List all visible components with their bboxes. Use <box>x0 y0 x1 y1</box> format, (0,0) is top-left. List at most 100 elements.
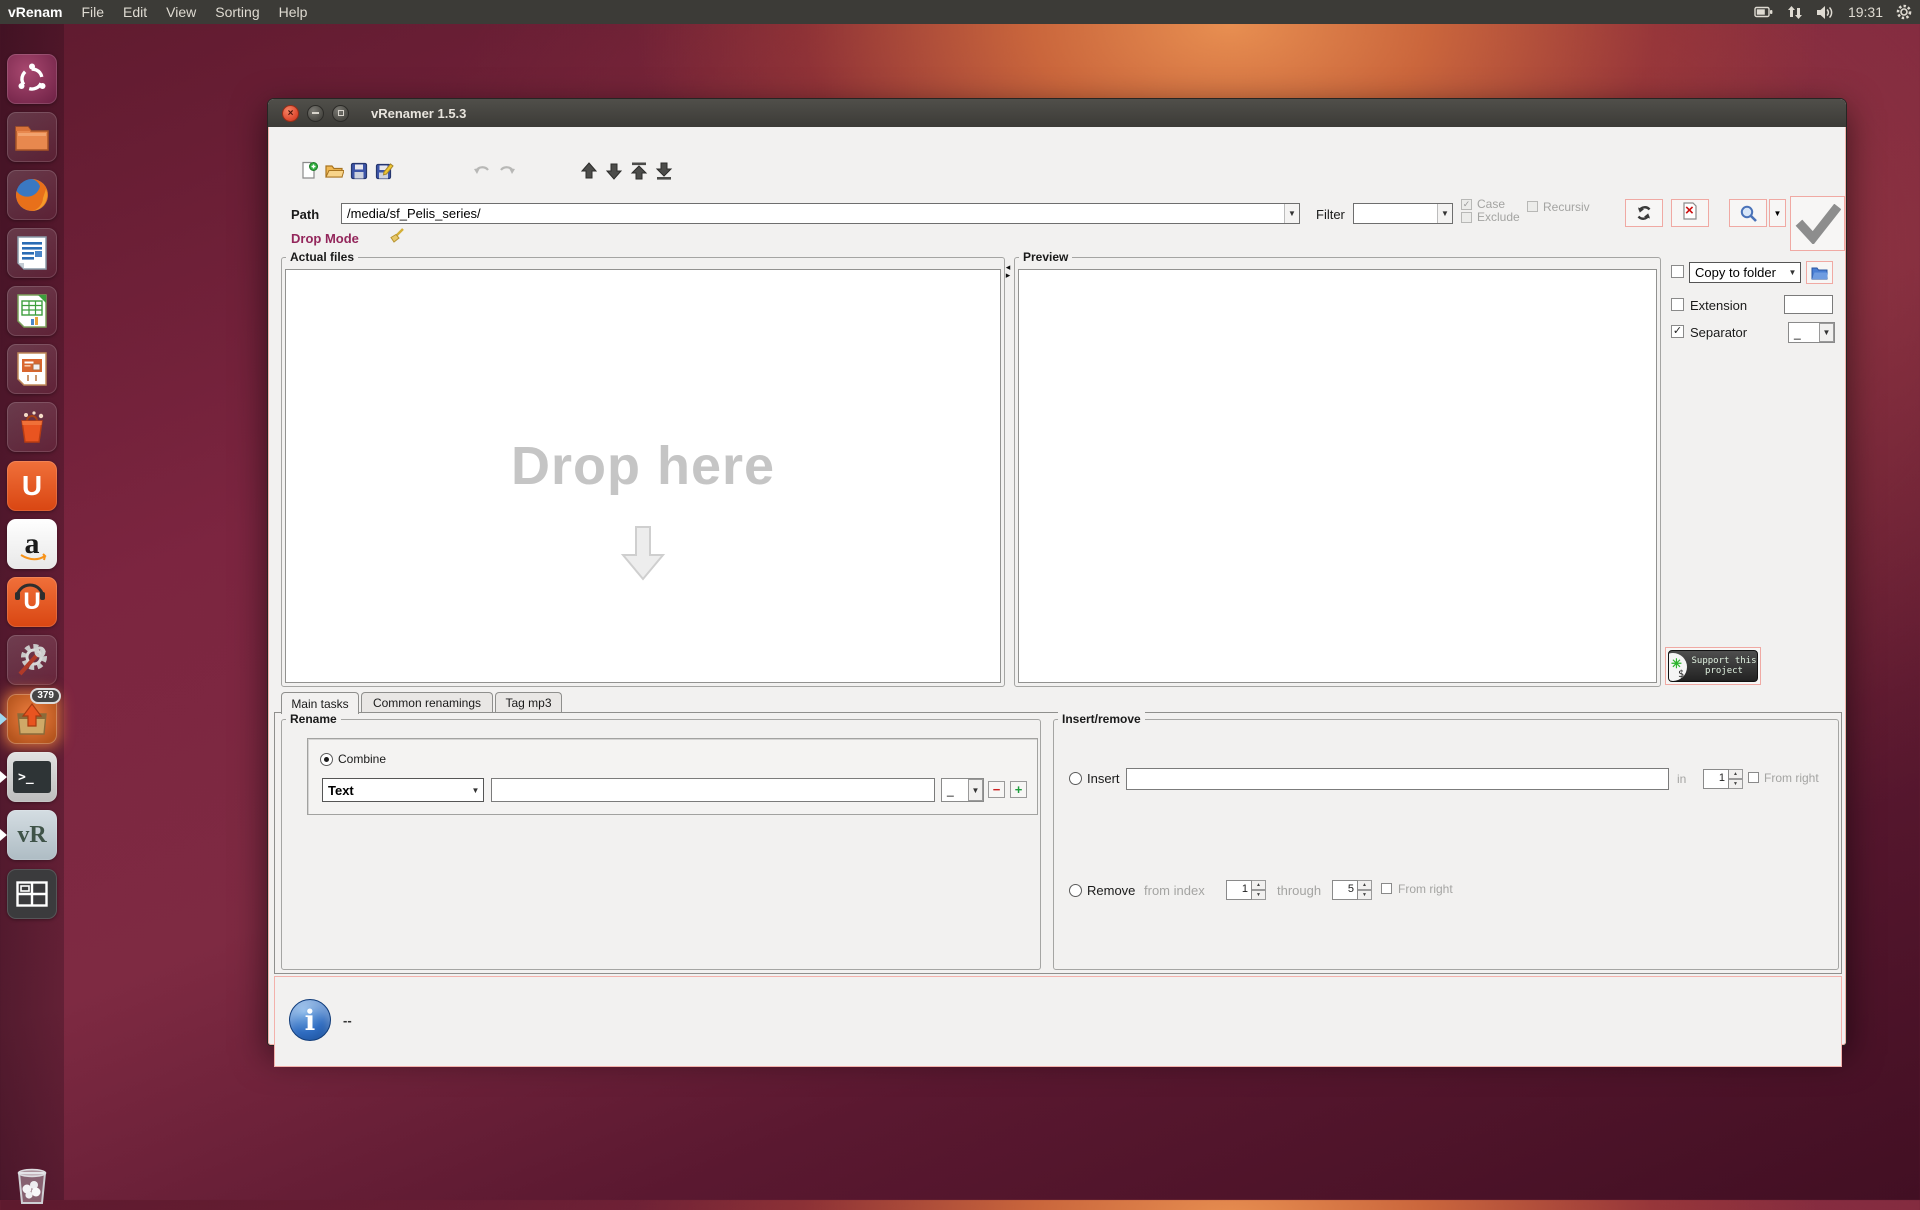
launcher-item-files[interactable] <box>7 112 57 162</box>
launcher-item-ubuntu-one-music[interactable]: U <box>7 577 57 627</box>
rename-type-combobox[interactable]: Text ▼ <box>322 778 484 802</box>
move-to-top-button[interactable] <box>629 161 649 181</box>
open-button[interactable] <box>324 161 344 181</box>
launcher-item-dash-home[interactable] <box>7 54 57 104</box>
menu-help[interactable]: Help <box>279 4 308 20</box>
launcher-item-software-updater[interactable]: 379 <box>7 694 57 744</box>
path-combobox[interactable]: ▼ <box>341 203 1300 224</box>
copy-to-folder-arrow-icon[interactable]: ▼ <box>1785 263 1800 282</box>
rename-separator-arrow-icon[interactable]: ▼ <box>968 779 983 801</box>
remove-from-value[interactable]: 1 <box>1226 880 1252 900</box>
clear-list-button[interactable]: × <box>1671 199 1709 227</box>
launcher-item-libreoffice-calc[interactable] <box>7 286 57 336</box>
remove-to-value[interactable]: 5 <box>1332 880 1358 900</box>
move-to-bottom-button[interactable] <box>654 161 674 181</box>
spin-up-icon[interactable]: ▲ <box>1358 880 1372 890</box>
launcher-item-terminal[interactable]: >_ <box>7 752 57 802</box>
choose-folder-button[interactable] <box>1806 261 1833 284</box>
spin-up-icon[interactable]: ▲ <box>1729 769 1743 779</box>
move-up-button[interactable] <box>579 161 599 181</box>
launcher-item-libreoffice-writer[interactable] <box>7 228 57 278</box>
window-maximize-button[interactable] <box>332 105 349 122</box>
menu-edit[interactable]: Edit <box>123 4 147 20</box>
launcher-item-amazon[interactable]: a <box>7 519 57 569</box>
window-titlebar[interactable]: × vRenamer 1.5.3 <box>268 99 1846 127</box>
launcher-item-system-settings[interactable] <box>7 635 57 685</box>
separator-checkbox[interactable]: ✓ <box>1671 325 1684 338</box>
case-checkbox[interactable]: ✓ <box>1461 199 1472 210</box>
launcher-item-ubuntu-one[interactable]: U <box>7 461 57 511</box>
launcher-item-vrenamer[interactable]: vR <box>7 810 57 860</box>
launcher-item-trash[interactable] <box>7 1160 57 1210</box>
actual-files-droparea[interactable]: Drop here <box>285 269 1001 683</box>
launcher-item-workspace-switcher[interactable] <box>7 869 57 919</box>
amazon-icon: a <box>25 527 40 561</box>
session-gear-icon[interactable] <box>1896 4 1912 20</box>
menu-sorting[interactable]: Sorting <box>215 4 259 20</box>
extension-checkbox[interactable] <box>1671 298 1684 311</box>
search-options-arrow-button[interactable]: ▼ <box>1769 199 1786 227</box>
redo-button[interactable] <box>497 161 517 181</box>
battery-icon[interactable] <box>1754 5 1774 19</box>
apply-rename-button[interactable] <box>1790 196 1845 251</box>
rename-group: Rename Combine Text ▼ _ ▼ − + <box>281 719 1041 970</box>
copy-to-folder-combobox[interactable]: Copy to folder ▼ <box>1689 262 1801 283</box>
preview-area[interactable] <box>1018 269 1657 683</box>
spin-down-icon[interactable]: ▼ <box>1729 779 1743 789</box>
path-input[interactable] <box>342 206 1284 221</box>
spin-down-icon[interactable]: ▼ <box>1358 890 1372 900</box>
menu-view[interactable]: View <box>166 4 196 20</box>
network-arrows-icon[interactable] <box>1787 5 1803 20</box>
undo-button[interactable] <box>472 161 492 181</box>
insert-from-right-checkbox[interactable] <box>1748 772 1759 783</box>
save-as-button[interactable] <box>374 161 394 181</box>
drop-mode-label[interactable]: Drop Mode <box>291 231 359 246</box>
spin-up-icon[interactable]: ▲ <box>1252 880 1266 890</box>
separator-combobox[interactable]: _ ▼ <box>1788 322 1835 343</box>
launcher-item-software-center[interactable] <box>7 402 57 452</box>
info-icon[interactable]: i <box>289 999 331 1041</box>
spin-down-icon[interactable]: ▼ <box>1252 890 1266 900</box>
add-rule-button[interactable]: + <box>1010 781 1027 798</box>
tab-tag-mp3[interactable]: Tag mp3 <box>495 692 562 713</box>
insert-text-input[interactable] <box>1126 768 1669 790</box>
remove-to-spinner[interactable]: 5 ▲▼ <box>1332 880 1372 900</box>
insert-position-value[interactable]: 1 <box>1703 769 1729 789</box>
path-dropdown-arrow-icon[interactable]: ▼ <box>1284 204 1299 223</box>
remove-rule-button[interactable]: − <box>988 781 1005 798</box>
insert-radio[interactable] <box>1069 772 1082 785</box>
search-button[interactable] <box>1729 199 1767 227</box>
save-button[interactable] <box>349 161 369 181</box>
volume-icon[interactable] <box>1816 5 1835 20</box>
splitter-right-icon[interactable]: ▸ <box>1003 271 1013 279</box>
filter-combobox[interactable]: ▼ <box>1353 203 1453 224</box>
refresh-button[interactable] <box>1625 199 1663 227</box>
extension-input[interactable] <box>1784 295 1833 314</box>
tab-common-renamings[interactable]: Common renamings <box>361 692 493 713</box>
insert-position-spinner[interactable]: 1 ▲▼ <box>1703 769 1743 789</box>
broom-icon[interactable] <box>387 227 405 250</box>
separator-arrow-icon[interactable]: ▼ <box>1819 323 1834 342</box>
combine-radio[interactable] <box>320 753 333 766</box>
filter-dropdown-arrow-icon[interactable]: ▼ <box>1437 204 1452 223</box>
rename-separator-combobox[interactable]: _ ▼ <box>941 778 984 802</box>
remove-from-spinner[interactable]: 1 ▲▼ <box>1226 880 1266 900</box>
tab-main-tasks[interactable]: Main tasks <box>281 692 359 714</box>
new-project-button[interactable] <box>299 161 319 181</box>
copy-to-folder-checkbox[interactable] <box>1671 265 1684 278</box>
launcher-item-libreoffice-impress[interactable] <box>7 344 57 394</box>
menu-file[interactable]: File <box>81 4 104 20</box>
remove-from-right-checkbox[interactable] <box>1381 883 1392 894</box>
window-minimize-button[interactable] <box>307 105 324 122</box>
window-close-button[interactable]: × <box>282 105 299 122</box>
remove-radio[interactable] <box>1069 884 1082 897</box>
exclude-checkbox[interactable] <box>1461 212 1472 223</box>
move-down-button[interactable] <box>604 161 624 181</box>
launcher-item-firefox[interactable] <box>7 170 57 220</box>
support-project-button[interactable]: ✳ $ Support thisproject <box>1668 650 1758 682</box>
rename-type-arrow-icon[interactable]: ▼ <box>468 779 483 801</box>
panel-splitter[interactable]: ◂ ▸ <box>1003 263 1013 279</box>
rename-text-input[interactable] <box>491 778 935 802</box>
recursive-checkbox[interactable] <box>1527 201 1538 212</box>
clock[interactable]: 19:31 <box>1848 4 1883 20</box>
